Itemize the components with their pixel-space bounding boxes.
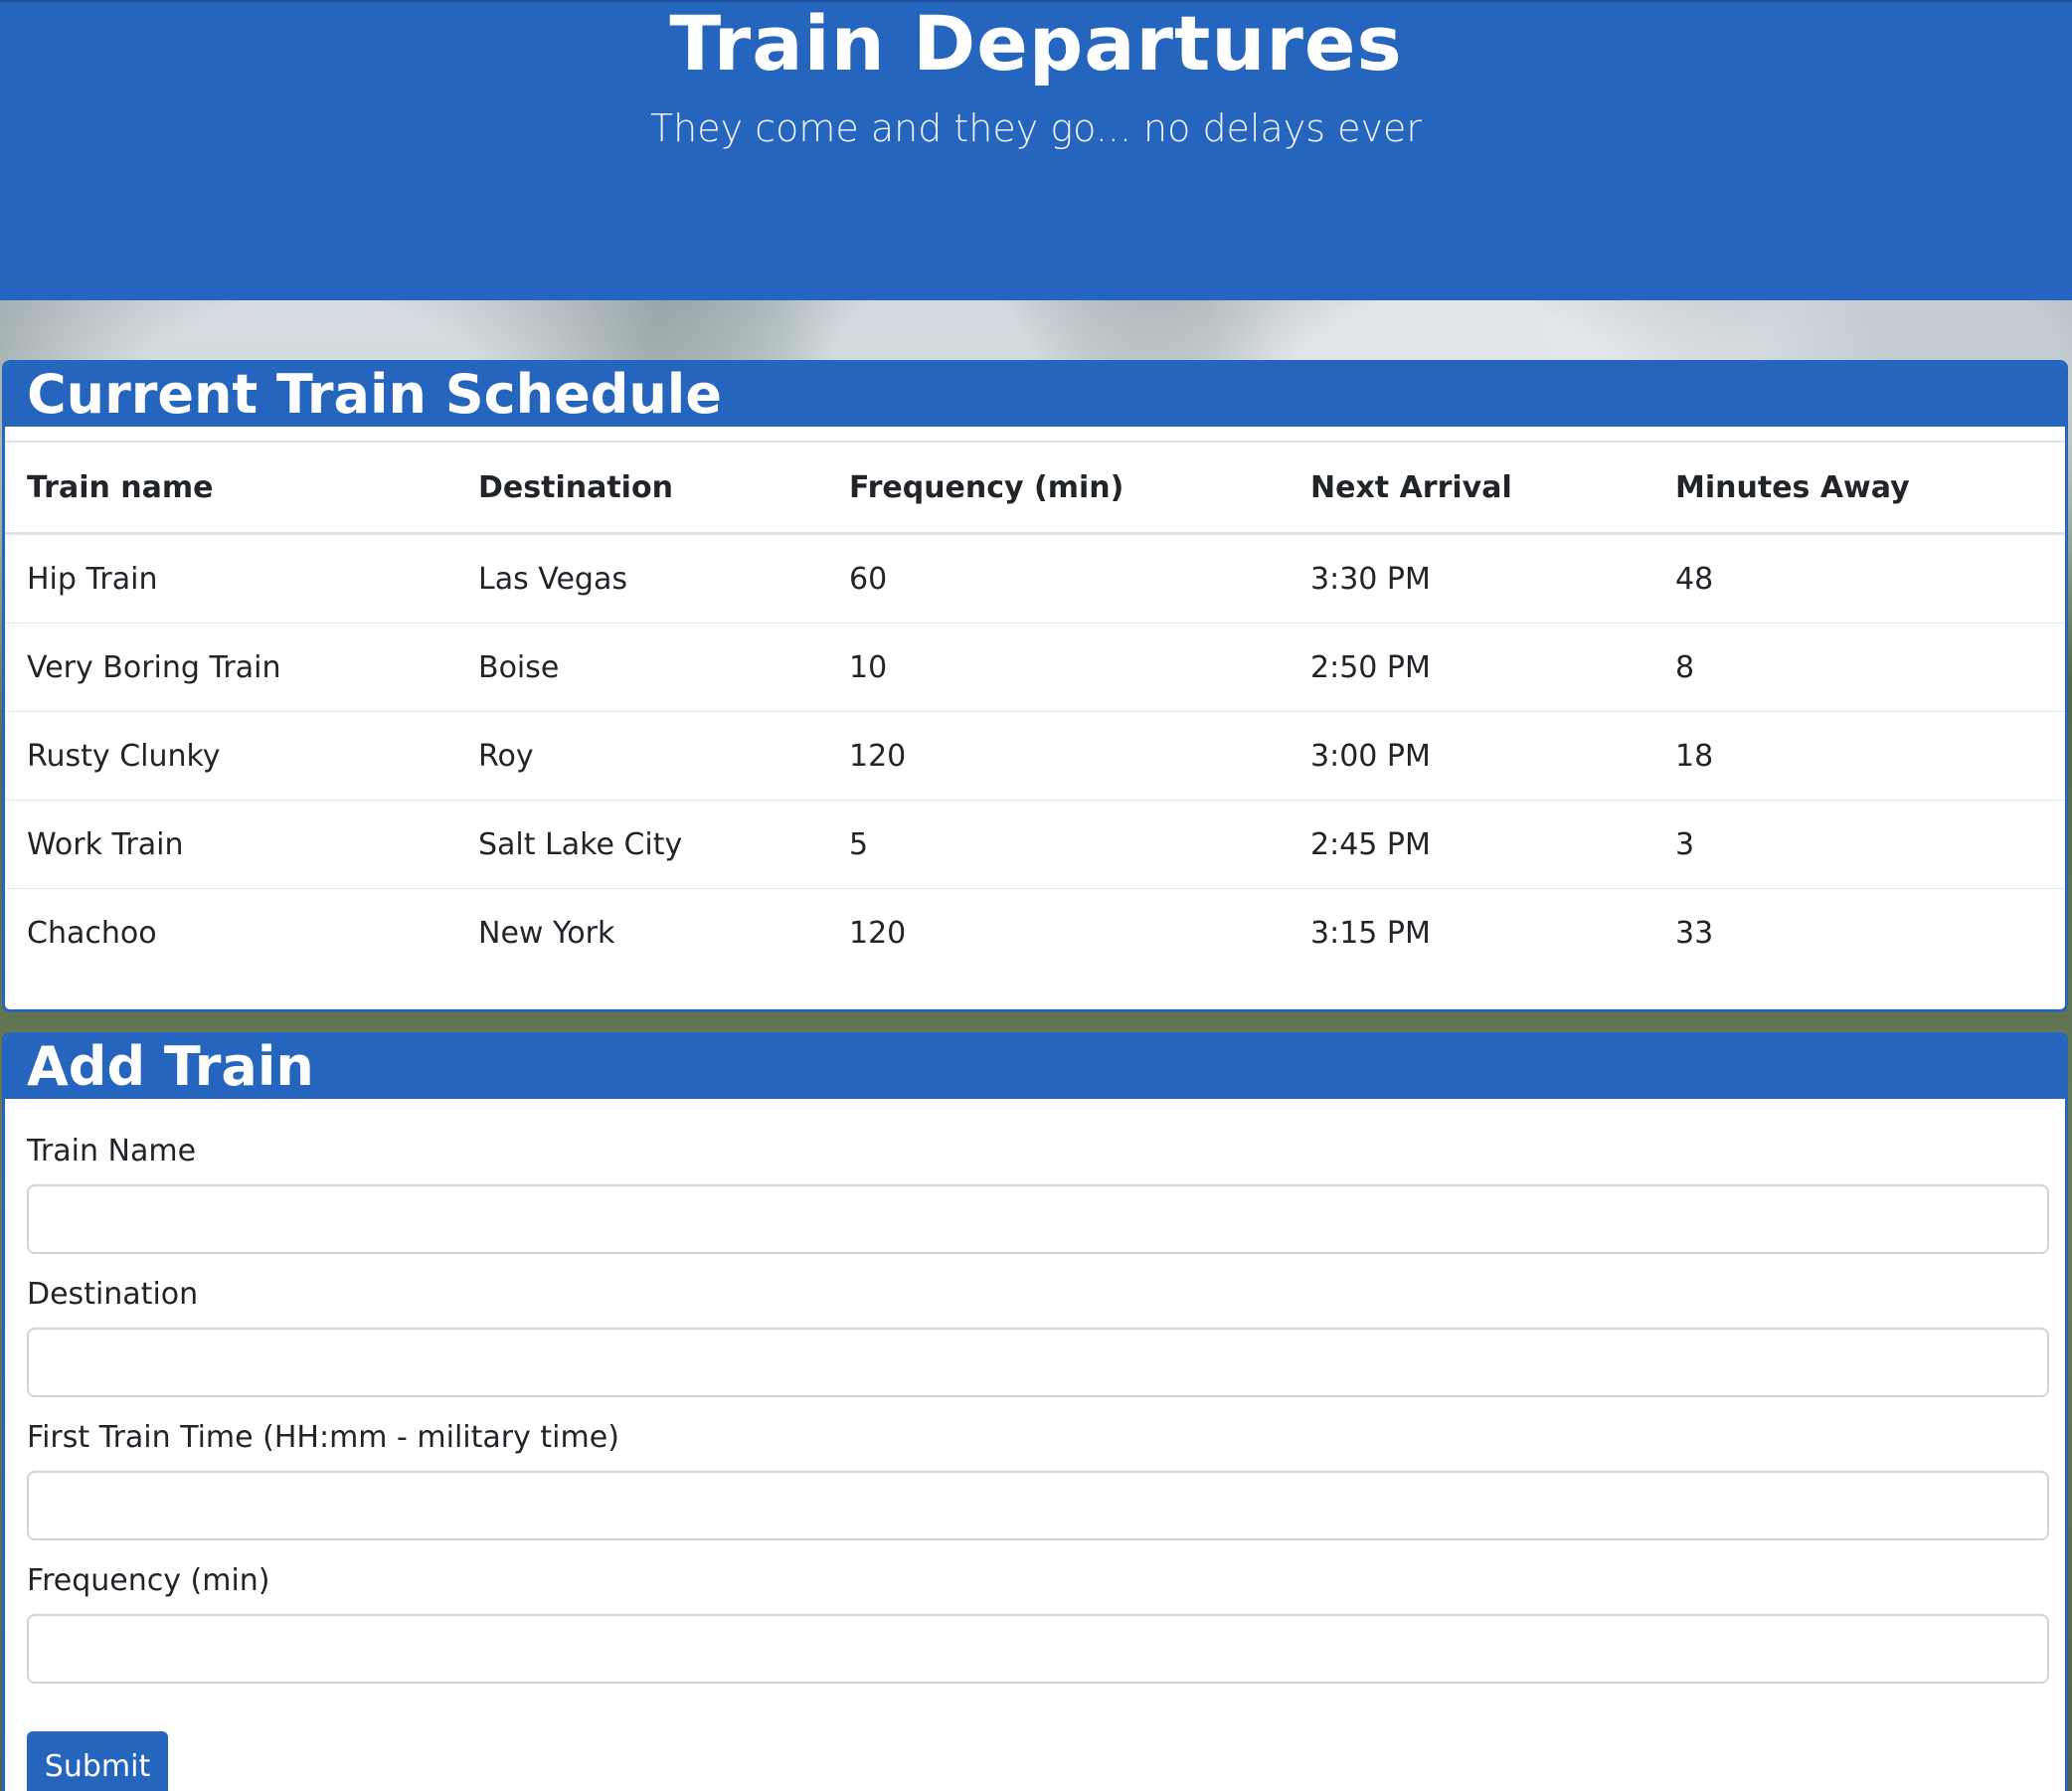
- cell-destination: Roy: [456, 711, 827, 801]
- cell-frequency: 120: [849, 915, 907, 951]
- page-subtitle: They come and they go... no delays ever: [649, 106, 1423, 150]
- table-row: Hip Train Las Vegas 60 3:30 PM 48: [5, 533, 2065, 624]
- train-name-input[interactable]: [27, 1184, 2049, 1254]
- cell-destination: Boise: [456, 623, 827, 712]
- table-row: Very Boring Train Boise 10 2:50 PM 8: [5, 623, 2065, 712]
- cell-minutes-away: 8: [1653, 623, 2065, 712]
- cell-minutes-away: 3: [1653, 800, 2065, 889]
- cell-minutes-away: 18: [1653, 711, 2065, 801]
- cell-minutes-away: 33: [1675, 915, 1714, 951]
- column-header-train-name: Train name: [5, 441, 456, 535]
- table-row: Rusty Clunky Roy 120 3:00 PM 18: [5, 711, 2065, 801]
- cell-next-arrival: 2:45 PM: [1289, 800, 1653, 889]
- destination-input[interactable]: [27, 1328, 2049, 1397]
- cell-destination: Salt Lake City: [456, 800, 827, 889]
- cell-next-arrival: 2:50 PM: [1289, 623, 1653, 712]
- add-train-card: Add Train Train Name Destination First T…: [2, 1032, 2068, 1791]
- cell-next-arrival: 3:30 PM: [1289, 533, 1653, 624]
- table-row: Work Train Salt Lake City 5 2:45 PM 3: [5, 800, 2065, 889]
- column-header-frequency: Frequency (min): [827, 441, 1289, 535]
- submit-button[interactable]: Submit: [27, 1731, 168, 1791]
- schedule-table: Train name Destination Frequency (min) N…: [5, 441, 2065, 977]
- table-row: Chachoo New York 120 3:15 PM 33: [5, 889, 2065, 978]
- cell-train-name: Hip Train: [5, 533, 456, 624]
- cell-destination: New York: [478, 915, 615, 951]
- schedule-card: Current Train Schedule Train name Destin…: [2, 360, 2068, 1012]
- add-train-card-title: Add Train: [5, 1035, 2065, 1099]
- cell-destination: Las Vegas: [456, 533, 827, 624]
- cell-next-arrival: 3:00 PM: [1289, 711, 1653, 801]
- cell-frequency: 60: [827, 533, 1289, 624]
- table-header-row: Train name Destination Frequency (min) N…: [5, 441, 2065, 535]
- first-train-time-label: First Train Time (HH:mm - military time): [27, 1420, 619, 1455]
- cell-frequency: 10: [827, 623, 1289, 712]
- cell-train-name: Rusty Clunky: [5, 711, 456, 801]
- frequency-label: Frequency (min): [27, 1563, 270, 1598]
- column-header-minutes-away: Minutes Away: [1653, 441, 2065, 535]
- add-train-form: Train Name Destination First Train Time …: [5, 1099, 2065, 1791]
- column-header-destination: Destination: [456, 441, 827, 535]
- cell-next-arrival: 3:15 PM: [1310, 915, 1431, 951]
- train-name-label: Train Name: [27, 1134, 197, 1168]
- cell-train-name: Work Train: [5, 800, 456, 889]
- cell-frequency: 120: [827, 711, 1289, 801]
- cell-frequency: 5: [827, 800, 1289, 889]
- destination-label: Destination: [27, 1277, 199, 1312]
- schedule-card-title: Current Train Schedule: [5, 363, 2065, 427]
- page-title: Train Departures: [669, 0, 1403, 88]
- header-banner: Train Departures They come and they go..…: [0, 0, 2072, 300]
- cell-train-name: Very Boring Train: [5, 623, 456, 712]
- first-train-time-input[interactable]: [27, 1471, 2049, 1540]
- column-header-next-arrival: Next Arrival: [1289, 441, 1653, 535]
- cell-minutes-away: 48: [1653, 533, 2065, 624]
- cell-train-name: Chachoo: [27, 915, 157, 951]
- frequency-input[interactable]: [27, 1614, 2049, 1684]
